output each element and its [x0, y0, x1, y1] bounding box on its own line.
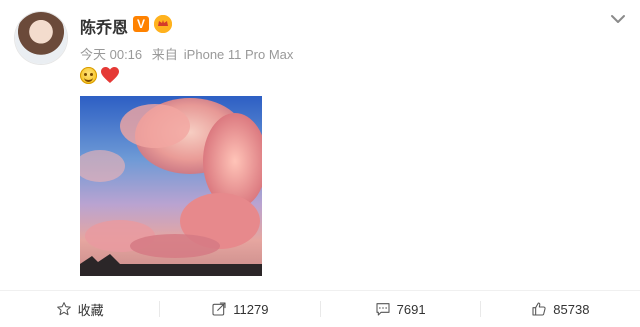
repost-count: 11279: [233, 301, 269, 317]
emoji-row: [80, 67, 119, 85]
favorite-button[interactable]: 收藏: [0, 291, 159, 327]
source-prefix: 来自: [151, 47, 178, 62]
author-name[interactable]: 陈乔恩: [80, 14, 128, 38]
vip-icon: [154, 15, 172, 33]
comment-count: 7691: [396, 301, 426, 317]
heart-emoji-icon: [101, 67, 119, 83]
comment-button[interactable]: 7691: [321, 291, 480, 327]
like-icon: [532, 302, 546, 316]
post-time[interactable]: 今天 00:16: [80, 47, 142, 62]
post-meta: 今天 00:16 来自 iPhone 11 Pro Max: [80, 44, 299, 63]
comment-icon: [376, 303, 390, 316]
like-count: 85738: [553, 301, 590, 317]
avatar[interactable]: [15, 12, 67, 64]
star-icon: [56, 302, 71, 316]
post-image[interactable]: [80, 96, 262, 276]
repost-button[interactable]: 11279: [160, 291, 319, 327]
sunset-clouds-photo: [80, 96, 262, 276]
favorite-label: 收藏: [77, 302, 104, 318]
chevron-down-icon[interactable]: [610, 12, 626, 24]
like-button[interactable]: 85738: [481, 291, 640, 327]
action-bar: 收藏 11279 7691 85738: [0, 291, 640, 327]
source-device: iPhone 11 Pro Max: [183, 47, 294, 62]
repost-icon: [212, 302, 226, 316]
smile-emoji-icon: [80, 67, 97, 84]
verified-icon: V: [133, 16, 149, 32]
